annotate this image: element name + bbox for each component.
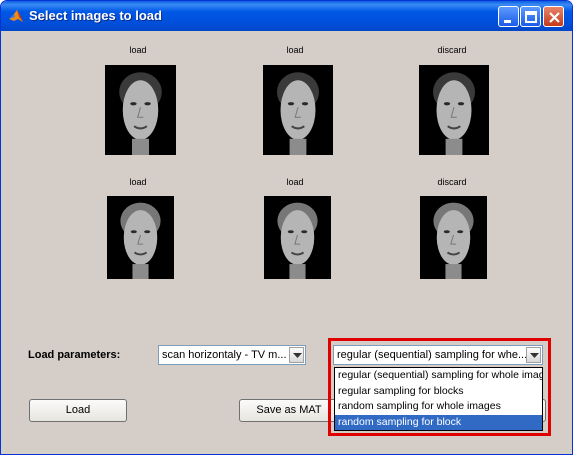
face-drawing <box>119 72 162 155</box>
face-image[interactable] <box>105 65 176 155</box>
face-image[interactable] <box>263 65 333 155</box>
face-label: discard <box>437 177 467 187</box>
dialog-client-area: load load discard load load discard Load… <box>6 31 568 451</box>
matlab-logo-icon <box>9 10 23 22</box>
save-as-mat-button[interactable]: Save as MAT <box>239 399 339 422</box>
chevron-down-icon <box>293 353 302 358</box>
maximize-icon <box>525 11 537 23</box>
load-parameters-label: Load parameters: <box>28 349 121 361</box>
face-image[interactable] <box>264 196 331 279</box>
scan-mode-value: scan horizontaly - TV m... <box>162 349 287 361</box>
face-label: load <box>286 45 304 55</box>
face-drawing <box>120 202 161 279</box>
face-label: discard <box>437 45 467 55</box>
close-button[interactable] <box>543 6 564 27</box>
face-image[interactable] <box>420 196 487 279</box>
maximize-button[interactable] <box>520 6 541 27</box>
minimize-button[interactable] <box>498 6 519 27</box>
face-image[interactable] <box>419 65 489 155</box>
face-image[interactable] <box>107 196 174 279</box>
face-label: load <box>129 45 147 55</box>
load-button[interactable]: Load <box>29 399 127 422</box>
dialog-window: Select images to load load load discard … <box>0 0 573 455</box>
minimize-icon <box>504 20 511 23</box>
scan-mode-select[interactable]: scan horizontaly - TV m... <box>158 345 306 365</box>
face-label: load <box>129 177 147 187</box>
face-drawing <box>277 202 318 279</box>
red-highlight-box <box>328 338 551 436</box>
face-drawing <box>277 72 319 155</box>
face-label: load <box>286 177 304 187</box>
window-title: Select images to load <box>29 8 162 23</box>
title-bar[interactable]: Select images to load <box>1 1 572 31</box>
close-icon <box>549 12 560 23</box>
face-drawing <box>433 202 474 279</box>
scan-mode-dropdown-button[interactable] <box>289 347 304 363</box>
face-drawing <box>433 72 475 155</box>
